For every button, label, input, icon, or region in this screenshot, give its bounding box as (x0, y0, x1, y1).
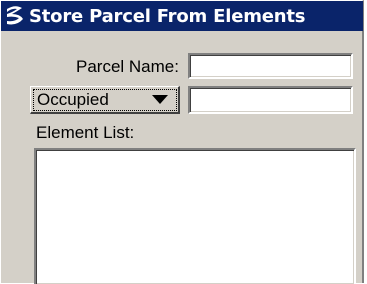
element-list[interactable] (34, 148, 356, 284)
window-title: Store Parcel From Elements (29, 5, 306, 27)
status-value-field[interactable] (188, 86, 353, 114)
triangle-down-icon (152, 94, 168, 104)
parcel-name-field[interactable] (188, 53, 353, 79)
parcel-name-label: Parcel Name: (76, 57, 179, 76)
status-select-value: Occupied (37, 89, 109, 109)
title-bar[interactable]: Store Parcel From Elements (1, 1, 363, 31)
status-select[interactable]: Occupied (30, 86, 180, 114)
element-list-label: Element List: (36, 123, 135, 142)
store-parcel-dialog: Store Parcel From Elements Parcel Name: … (0, 0, 364, 284)
bentley-b-icon (7, 6, 23, 25)
